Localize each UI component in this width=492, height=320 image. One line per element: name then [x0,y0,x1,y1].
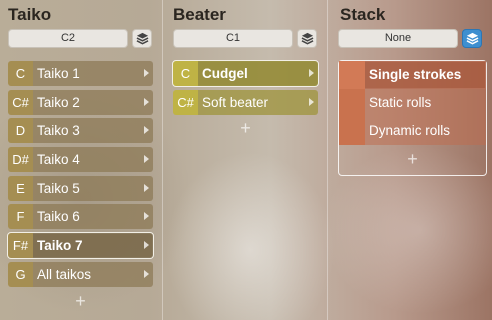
chevron-right-icon [144,269,149,278]
row-color-swatch [339,117,365,145]
row-label: Static rolls [369,95,432,110]
row-color-swatch [339,89,365,117]
stack-title: Stack [340,5,386,24]
row-key: D [8,118,33,144]
chevron-right-icon [144,69,149,77]
stack-row-selected[interactable]: Single strokes [339,61,486,89]
stack-row[interactable]: Static rolls [339,89,486,117]
layers-icon [466,32,478,45]
row-label: Taiko 5 [37,180,80,196]
chevron-right-icon [144,241,149,250]
stack-column: Stack None Single strokes Static rolls D… [330,0,492,320]
row-key: C# [8,89,33,115]
row-label: Taiko 3 [37,123,80,139]
taiko-row[interactable]: E Taiko 5 [8,175,153,201]
layers-icon [136,32,148,45]
row-key: C [8,61,33,86]
chevron-right-icon [309,97,314,106]
taiko-column: Taiko C2 C Taiko 1 C# Taiko 2 D Taiko 3 [0,0,162,320]
stack-toggle-button[interactable] [462,29,482,48]
row-label: Cudgel [202,66,248,81]
chevron-right-icon [309,69,314,77]
add-beater-button[interactable]: + [173,118,318,138]
beater-selector: C1 [173,29,318,48]
beater-column: Beater C1 C Cudgel C# Soft beater + [165,0,327,320]
taiko-row[interactable]: F Taiko 6 [8,204,153,230]
taiko-row[interactable]: D Taiko 3 [8,118,153,144]
row-label: Taiko 6 [37,209,80,225]
row-key: C [173,61,198,86]
stack-list: Single strokes Static rolls Dynamic roll… [338,60,487,176]
taiko-row[interactable]: G All taikos [8,261,153,287]
taiko-row[interactable]: C# Taiko 2 [8,89,153,115]
stack-selector: None [338,29,483,48]
row-key: C# [173,89,198,115]
row-label: Soft beater [202,94,269,110]
taiko-row-selected[interactable]: F# Taiko 7 [7,232,154,260]
column-divider [162,0,163,320]
row-label: Taiko 4 [37,152,80,168]
beater-row[interactable]: C# Soft beater [173,89,318,115]
chevron-right-icon [144,155,149,164]
row-key: F [8,204,33,230]
row-key: G [8,261,33,287]
layers-icon [301,32,313,45]
beater-row-selected[interactable]: C Cudgel [172,60,319,87]
beater-list: C Cudgel C# Soft beater + [172,60,319,138]
row-label: Taiko 2 [37,94,80,110]
row-label: Dynamic rolls [369,123,451,138]
row-key: F# [8,233,33,259]
chevron-right-icon [144,183,149,192]
row-color-swatch [339,61,365,89]
column-divider [327,0,328,320]
add-taiko-button[interactable]: + [8,291,153,311]
row-key: E [8,175,33,201]
row-label: Taiko 1 [37,66,80,81]
beater-title: Beater [173,5,226,24]
stack-row[interactable]: Dynamic rolls [339,117,486,145]
add-stack-button[interactable]: + [339,149,486,169]
taiko-key-field[interactable]: C2 [8,29,128,48]
chevron-right-icon [144,212,149,221]
taiko-row[interactable]: D# Taiko 4 [8,147,153,173]
beater-stack-button[interactable] [297,29,317,48]
row-label: Single strokes [369,67,462,82]
chevron-right-icon [144,97,149,106]
taiko-title: Taiko [8,5,52,24]
taiko-selector: C2 [8,29,153,48]
stack-key-field[interactable]: None [338,29,458,48]
taiko-list: C Taiko 1 C# Taiko 2 D Taiko 3 D# Taiko … [7,61,154,311]
row-label: All taikos [37,266,92,282]
chevron-right-icon [144,126,149,135]
row-key: D# [8,147,33,173]
taiko-stack-button[interactable] [132,29,152,48]
taiko-row[interactable]: C Taiko 1 [8,61,153,86]
row-label: Taiko 7 [37,238,83,254]
beater-key-field[interactable]: C1 [173,29,293,48]
